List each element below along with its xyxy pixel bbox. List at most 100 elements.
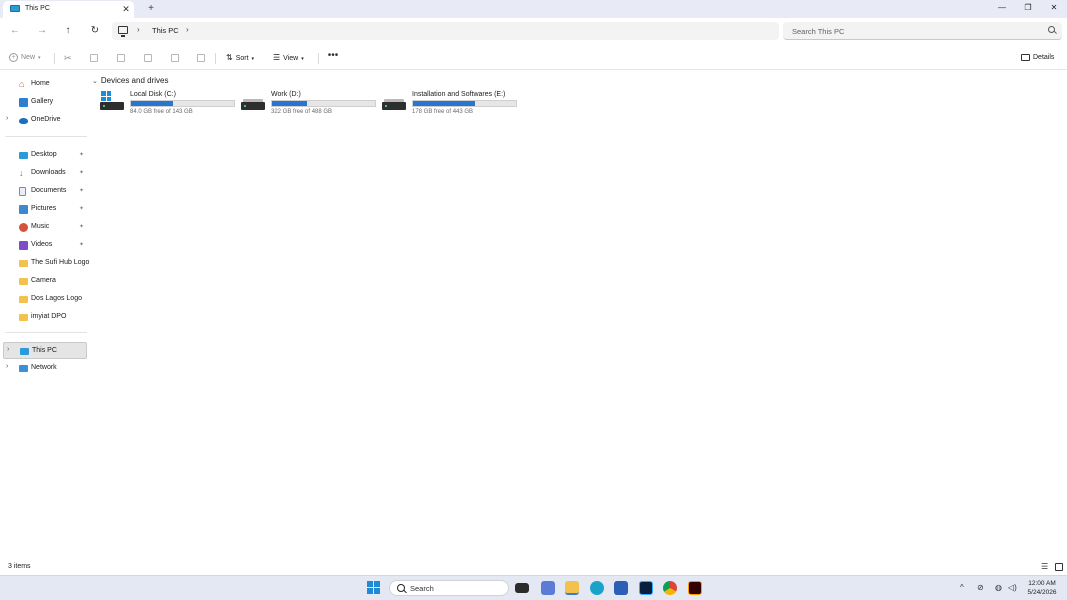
refresh-button[interactable]: ↻ xyxy=(88,24,102,38)
pin-icon[interactable]: ✦ xyxy=(79,205,84,212)
home-icon: ⌂ xyxy=(19,79,25,89)
up-button[interactable]: ↑ xyxy=(61,24,75,38)
pin-icon[interactable]: ✦ xyxy=(79,223,84,230)
view-icon: ☰ xyxy=(273,53,281,62)
pin-icon[interactable]: ✦ xyxy=(79,151,84,158)
sidebar-item-music[interactable]: Music ✦ xyxy=(3,219,87,236)
view-button[interactable]: ☰ View ▾ xyxy=(273,51,304,65)
paste-icon[interactable] xyxy=(117,54,125,62)
sidebar-item-gallery[interactable]: Gallery xyxy=(3,94,87,111)
drive-name: Local Disk (C:) xyxy=(130,91,176,98)
more-options-button[interactable]: ••• xyxy=(326,51,340,65)
sidebar-item-label: imyiat DPO xyxy=(31,313,67,320)
sidebar-item-label: The Sufi Hub Logo xyxy=(31,259,90,266)
address-bar[interactable]: › This PC › xyxy=(112,22,779,40)
pin-icon[interactable]: ✦ xyxy=(79,187,84,194)
minimize-button[interactable]: — xyxy=(995,2,1009,14)
sidebar-divider xyxy=(5,136,87,137)
edge-icon[interactable] xyxy=(590,581,604,595)
collapse-chevron-icon: ⌄ xyxy=(92,78,98,85)
close-tab-button[interactable]: ✕ xyxy=(120,3,132,15)
sidebar-item-pictures[interactable]: Pictures ✦ xyxy=(3,201,87,218)
sidebar-item-label: Gallery xyxy=(31,98,54,105)
toolbar-divider xyxy=(54,53,55,64)
volume-icon[interactable]: ◁) xyxy=(1008,584,1017,592)
title-bar: This PC ✕ + — ❐ ✕ xyxy=(0,0,1067,18)
restore-button[interactable]: ❐ xyxy=(1021,2,1035,14)
details-view-icon[interactable]: ☰ xyxy=(1041,563,1049,571)
breadcrumb-chevron[interactable]: › xyxy=(186,25,189,34)
sidebar-item-dos-lagos-logo[interactable]: Dos Lagos Logo xyxy=(3,291,87,308)
sidebar-item-label: Pictures xyxy=(31,205,57,212)
file-list: ⌄ Devices and drives Local Disk (C:) 84.0… xyxy=(90,70,1067,560)
expand-chevron-icon[interactable]: › xyxy=(6,363,8,370)
sidebar-item-downloads[interactable]: ↓ Downloads ✦ xyxy=(3,165,87,182)
chrome-icon[interactable] xyxy=(663,581,677,595)
folder-icon xyxy=(19,314,28,321)
widgets-icon[interactable] xyxy=(541,581,555,595)
new-tab-button[interactable]: + xyxy=(145,3,157,15)
sidebar-item-label: Dos Lagos Logo xyxy=(31,295,82,302)
network-globe-icon[interactable]: ◍ xyxy=(995,584,1002,592)
back-button[interactable]: ← xyxy=(8,24,22,38)
new-button[interactable]: + New ▾ xyxy=(9,51,41,65)
close-window-button[interactable]: ✕ xyxy=(1047,2,1061,14)
delete-icon[interactable] xyxy=(197,54,205,62)
illustrator-icon[interactable] xyxy=(688,581,702,595)
drive-c[interactable]: Local Disk (C:) 84.0 GB free of 143 GB xyxy=(92,90,235,120)
sidebar-item-home[interactable]: ⌂ Home xyxy=(3,76,87,93)
sidebar-item-camera[interactable]: Camera xyxy=(3,273,87,290)
sidebar-item-label: Videos xyxy=(31,241,53,248)
sidebar-item-label: OneDrive xyxy=(31,116,61,123)
sidebar-item-documents[interactable]: Documents ✦ xyxy=(3,183,87,200)
photoshop-icon[interactable] xyxy=(639,581,653,595)
command-bar: + New ▾ ✂ ⇅ Sort ▾ ☰ View ▾ ••• Details xyxy=(0,46,1067,70)
forward-button[interactable]: → xyxy=(35,24,49,38)
search-placeholder: Search This PC xyxy=(792,27,845,36)
sidebar-divider xyxy=(5,332,87,333)
start-icon[interactable] xyxy=(367,581,381,595)
store-icon[interactable] xyxy=(614,581,628,595)
hard-drive-icon xyxy=(241,98,265,110)
taskbar-search[interactable]: Search xyxy=(389,580,509,596)
sidebar-item-videos[interactable]: Videos ✦ xyxy=(3,237,87,254)
sort-button[interactable]: ⇅ Sort ▾ xyxy=(226,51,254,65)
sidebar-item-desktop[interactable]: Desktop ✦ xyxy=(3,147,87,164)
drive-d[interactable]: Work (D:) 322 GB free of 488 GB xyxy=(233,90,376,120)
navigation-pane: ⌂ Home Gallery › OneDrive Desktop ✦ ↓ Do… xyxy=(0,70,90,560)
cut-icon[interactable]: ✂ xyxy=(64,51,72,65)
copy-icon[interactable] xyxy=(90,54,98,62)
breadcrumb-this-pc[interactable]: This PC xyxy=(152,26,179,35)
show-hidden-icons-chevron[interactable]: ^ xyxy=(960,584,964,592)
sidebar-item-imyiat-dpo[interactable]: imyiat DPO xyxy=(3,309,87,326)
tiles-view-icon[interactable] xyxy=(1055,563,1063,571)
sidebar-item-the-sufi-hub-logo[interactable]: The Sufi Hub Logo xyxy=(3,255,90,272)
search-input[interactable]: Search This PC xyxy=(783,22,1062,40)
sidebar-item-this-pc[interactable]: › This PC xyxy=(3,342,87,359)
rename-icon[interactable] xyxy=(144,54,152,62)
sidebar-item-network[interactable]: › Network xyxy=(3,360,87,377)
onedrive-offline-icon[interactable]: ⊘ xyxy=(977,584,984,592)
pin-icon[interactable]: ✦ xyxy=(79,169,84,176)
file-explorer-icon[interactable] xyxy=(565,581,579,595)
drive-usage-bar xyxy=(271,100,376,107)
breadcrumb-chevron[interactable]: › xyxy=(137,25,140,34)
folder-icon xyxy=(19,260,28,267)
section-header-devices-and-drives[interactable]: ⌄ Devices and drives xyxy=(92,76,168,85)
gallery-icon xyxy=(19,98,28,107)
drive-e[interactable]: Installation and Softwares (E:) 178 GB f… xyxy=(374,90,517,120)
sidebar-item-label: Camera xyxy=(31,277,56,284)
system-drive-icon xyxy=(100,91,124,110)
share-icon[interactable] xyxy=(171,54,179,62)
expand-chevron-icon[interactable]: › xyxy=(6,115,8,122)
sidebar-item-onedrive[interactable]: › OneDrive xyxy=(3,112,87,129)
task-view-icon[interactable] xyxy=(515,583,529,593)
clock[interactable]: 12:00 AM 5/24/2026 xyxy=(1020,579,1064,597)
monitor-icon xyxy=(118,26,128,37)
tab-this-pc[interactable]: This PC ✕ xyxy=(3,1,134,18)
expand-chevron-icon[interactable]: › xyxy=(7,346,9,353)
taskbar: Search ^ ⊘ ◍ ◁) 12:00 AM 5/24/2026 xyxy=(0,575,1067,600)
pin-icon[interactable]: ✦ xyxy=(79,241,84,248)
details-button[interactable]: Details xyxy=(1021,51,1054,65)
video-icon xyxy=(19,241,28,250)
